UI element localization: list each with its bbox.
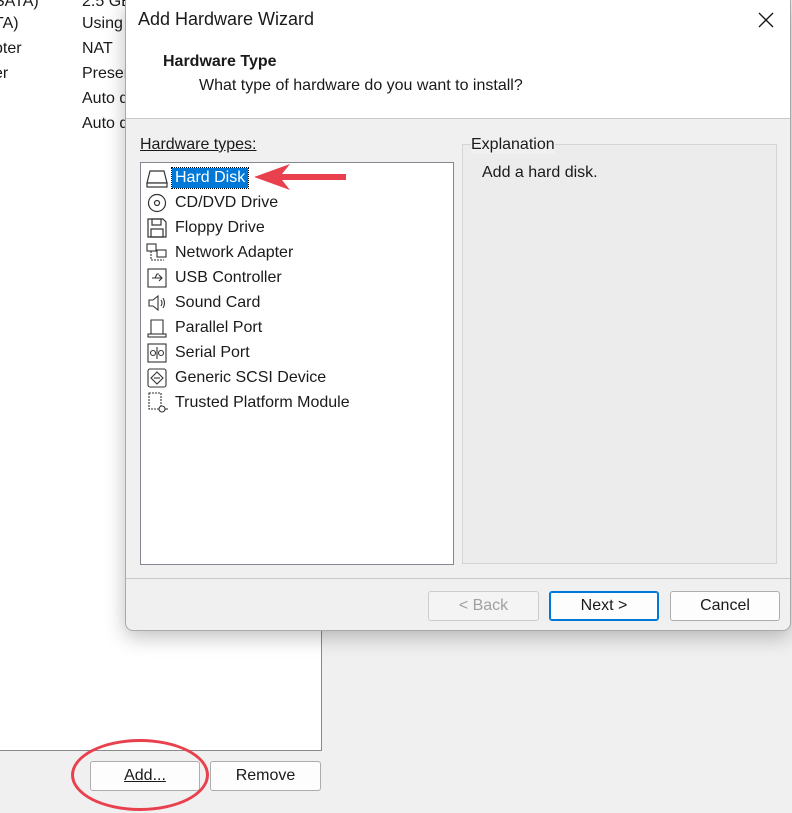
page-title: Hardware Type — [163, 53, 277, 70]
summary-cell: SATA) — [0, 0, 39, 10]
list-item-label: Network Adapter — [175, 244, 294, 261]
close-icon — [758, 12, 774, 28]
hardware-types-label: Hardware types: — [140, 136, 257, 154]
remove-hardware-button[interactable]: Remove — [210, 761, 321, 791]
list-item-usb-controller[interactable]: USB Controller — [146, 266, 285, 290]
list-item-label: Trusted Platform Module — [175, 394, 350, 411]
list-item-label: CD/DVD Drive — [175, 194, 279, 211]
summary-cell: NAT — [82, 40, 113, 57]
list-item-sound-card[interactable]: Sound Card — [146, 291, 263, 315]
page-subtitle: What type of hardware do you want to ins… — [199, 77, 523, 94]
add-hardware-wizard-dialog: Add Hardware Wizard Hardware Type What t… — [125, 0, 791, 631]
add-hardware-button[interactable]: Add... — [90, 761, 200, 791]
explanation-label: Explanation — [471, 136, 555, 154]
summary-cell: Auto d — [82, 90, 129, 107]
speaker-icon — [146, 292, 168, 314]
list-item-network-adapter[interactable]: Network Adapter — [146, 241, 296, 265]
list-item-serial-port[interactable]: Serial Port — [146, 341, 253, 365]
list-item-label: Generic SCSI Device — [175, 369, 327, 386]
explanation-group — [462, 144, 777, 564]
add-button-label: Add... — [124, 767, 166, 784]
close-button[interactable] — [742, 0, 790, 40]
cd-dvd-icon — [146, 192, 168, 214]
list-item-tpm[interactable]: Trusted Platform Module — [146, 391, 353, 415]
list-item-floppy[interactable]: Floppy Drive — [146, 216, 268, 240]
back-button[interactable]: < Back — [428, 591, 539, 621]
summary-cell: Auto d — [82, 115, 129, 132]
dialog-title: Add Hardware Wizard — [138, 9, 315, 29]
tpm-icon — [146, 392, 168, 414]
floppy-icon — [146, 217, 168, 239]
hardware-types-label-text: Hardware types: — [140, 136, 257, 153]
network-icon — [146, 242, 168, 264]
summary-cell: TA) — [0, 15, 19, 32]
cancel-button[interactable]: Cancel — [670, 591, 780, 621]
list-item-parallel-port[interactable]: Parallel Port — [146, 316, 265, 340]
list-item-label: Serial Port — [175, 344, 250, 361]
list-item-label: Sound Card — [175, 294, 261, 311]
scsi-icon — [146, 367, 168, 389]
list-item-label: Hard Disk — [170, 167, 250, 189]
parallel-port-icon — [146, 317, 168, 339]
summary-cell: pter — [0, 40, 22, 57]
wizard-header: Hardware Type What type of hardware do y… — [126, 40, 790, 119]
summary-cell: Using — [82, 15, 123, 32]
next-button[interactable]: Next > — [549, 591, 659, 621]
footer-divider — [126, 578, 790, 579]
hard-disk-icon — [146, 167, 168, 189]
serial-port-icon — [146, 342, 168, 364]
summary-cell: er — [0, 65, 9, 82]
list-item-hard-disk[interactable]: Hard Disk — [146, 166, 250, 190]
explanation-text: Add a hard disk. — [482, 164, 598, 181]
title-bar: Add Hardware Wizard — [126, 0, 790, 40]
list-item-label: Floppy Drive — [175, 219, 265, 236]
list-item-cd-dvd[interactable]: CD/DVD Drive — [146, 191, 281, 215]
list-item-label: USB Controller — [175, 269, 282, 286]
list-item-generic-scsi[interactable]: Generic SCSI Device — [146, 366, 329, 390]
usb-icon — [146, 267, 168, 289]
hardware-types-list[interactable]: Hard Disk CD/DVD Drive Floppy Drive Netw… — [140, 162, 454, 565]
list-item-label: Parallel Port — [175, 319, 263, 336]
